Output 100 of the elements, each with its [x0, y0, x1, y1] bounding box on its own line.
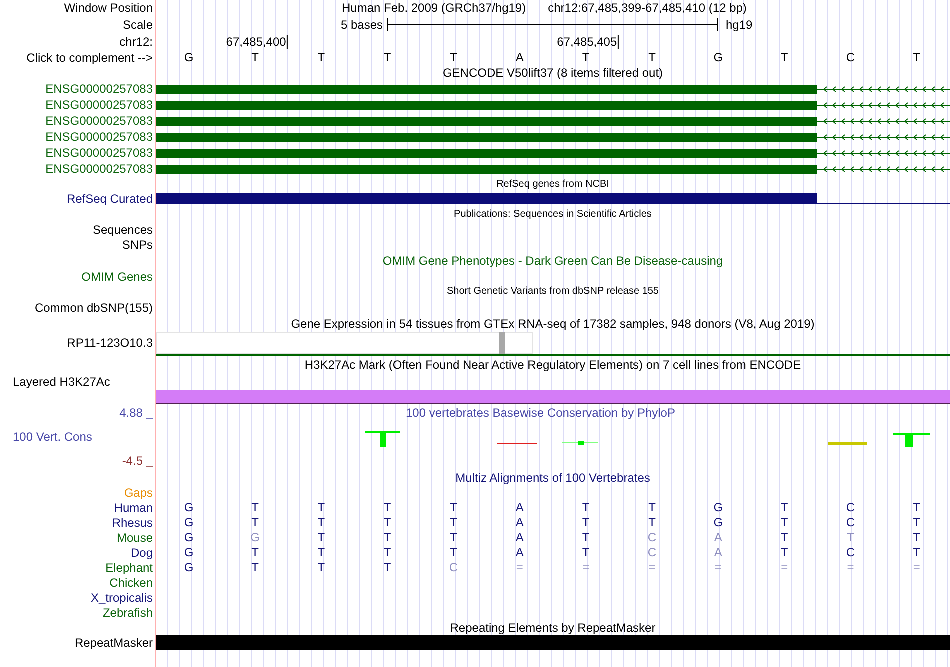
aligned-base: T [318, 561, 326, 574]
aligned-base: = [648, 561, 656, 574]
aligned-base: T [913, 546, 921, 559]
aligned-base: T [780, 546, 788, 559]
aligned-base: A [714, 531, 722, 544]
track-title: OMIM Gene Phenotypes - Dark Green Can Be Disease-causing [382, 253, 724, 270]
aligned-base: T [913, 516, 921, 529]
gene-label[interactable]: ENSG00000257083 [46, 130, 153, 144]
aligned-base: T [252, 561, 259, 574]
track-label[interactable]: OMIM Genes [82, 270, 153, 284]
assembly-text: Human Feb. 2009 (GRCh37/hg19) [342, 0, 526, 17]
track-label[interactable]: 100 Vert. Cons [0, 430, 92, 444]
aligned-base: T [450, 501, 458, 514]
aligned-base: T [252, 546, 259, 559]
base-letter: G [184, 51, 194, 64]
gene-label[interactable]: ENSG00000257083 [46, 146, 153, 160]
aligned-base: C [449, 561, 458, 574]
aligned-base: T [780, 516, 788, 529]
aligned-base: = [781, 561, 788, 574]
aligned-base: T [847, 531, 854, 544]
axis-max-label: 4.88 _ [120, 406, 153, 420]
aligned-base: T [384, 501, 392, 514]
base-letter: C [846, 51, 856, 64]
track-title: H3K27Ac Mark (Often Found Near Active Regulatory Elements) on 7 cell lines from ENCODE [304, 357, 802, 374]
species-label[interactable]: Rhesus [112, 516, 153, 530]
species-label[interactable]: Human [114, 500, 153, 514]
aligned-base: T [780, 531, 788, 544]
aligned-base: T [384, 531, 392, 544]
gene-model[interactable] [156, 100, 950, 110]
aligned-base: C [648, 546, 657, 559]
gene-model[interactable] [156, 164, 950, 174]
aligned-base: T [582, 531, 590, 544]
species-label[interactable]: Zebrafish [102, 606, 153, 620]
track-label[interactable]: RepeatMasker [74, 636, 153, 650]
aligned-base: T [648, 501, 656, 514]
species-label[interactable]: Mouse [116, 530, 153, 544]
aligned-base: G [184, 561, 194, 574]
aligned-base: G [184, 501, 194, 514]
coordinate-label: 67,485,400 [226, 35, 286, 49]
base-letter: T [450, 51, 458, 64]
scale-label: 5 bases [340, 16, 383, 34]
track-label[interactable]: Sequences [92, 222, 153, 236]
base-letter: T [318, 51, 326, 64]
track-title: RefSeq genes from NCBI [496, 179, 610, 191]
gene-model[interactable] [156, 193, 950, 205]
coordinate-label: 67,485,405 [557, 35, 618, 49]
aligned-base: G [184, 516, 194, 529]
aligned-base: T [318, 546, 326, 559]
row-label[interactable]: Window Position [64, 1, 153, 15]
gene-model[interactable] [156, 132, 950, 142]
aligned-base: = [847, 561, 854, 574]
aligned-base: T [648, 516, 656, 529]
assembly-label: hg19 [726, 16, 753, 34]
track-label[interactable]: Layered H3K27Ac [13, 374, 110, 388]
aligned-base: C [846, 516, 856, 529]
aligned-base: G [184, 546, 194, 559]
aligned-base: T [582, 501, 590, 514]
track-title: Gene Expression in 54 tissues from GTEx RNA-seq of 17382 samples, 948 donors (V8, Aug 2019) [291, 316, 815, 333]
aligned-base: T [318, 501, 326, 514]
aligned-base: G [184, 531, 194, 544]
base-letter: A [516, 51, 524, 64]
aligned-base: T [384, 516, 392, 529]
aligned-base: C [846, 546, 856, 559]
aligned-base: A [714, 546, 722, 559]
tick-mark [618, 35, 620, 49]
aligned-base: A [516, 516, 524, 529]
gene-model[interactable] [156, 116, 950, 126]
gene-label[interactable]: ENSG00000257083 [46, 98, 153, 112]
track-label[interactable]: SNPs [122, 238, 153, 252]
gene-label[interactable]: ENSG00000257083 [46, 162, 153, 176]
aligned-base: G [714, 501, 724, 514]
position-text: chr12:67,485,399-67,485,410 (12 bp) [548, 0, 747, 17]
track-label[interactable]: Common dbSNP(155) [34, 301, 153, 315]
aligned-base: A [516, 501, 524, 514]
aligned-base: T [450, 546, 458, 559]
aligned-base: = [516, 561, 524, 574]
species-label[interactable]: X_tropicalis [90, 590, 153, 604]
aligned-base: G [714, 516, 724, 529]
species-label[interactable]: Chicken [110, 576, 153, 590]
track-title: 100 vertebrates Basewise Conservation by PhyloP [406, 406, 676, 420]
aligned-base: A [516, 531, 524, 544]
aligned-base: T [384, 546, 392, 559]
expression-bar [499, 332, 505, 354]
gene-label[interactable]: ENSG00000257083 [46, 82, 153, 96]
gene-model[interactable] [156, 84, 950, 94]
complement-link[interactable]: Click to complement --> [26, 50, 153, 64]
row-label[interactable]: chr12: [120, 34, 153, 48]
aligned-base: = [582, 561, 590, 574]
row-label[interactable]: Scale [122, 18, 153, 32]
gene-model[interactable] [156, 148, 950, 158]
aligned-base: = [913, 561, 920, 574]
species-label[interactable]: Elephant [106, 560, 153, 574]
gene-label[interactable]: ENSG00000257083 [46, 114, 153, 128]
aligned-base: A [516, 546, 524, 559]
tick-mark [287, 35, 288, 49]
aligned-base: C [846, 501, 856, 514]
aligned-base: T [450, 531, 458, 544]
track-label[interactable]: RefSeq Curated [66, 192, 153, 206]
track-label[interactable]: RP11-123O10.3 [67, 336, 153, 350]
species-label[interactable]: Dog [130, 546, 153, 560]
